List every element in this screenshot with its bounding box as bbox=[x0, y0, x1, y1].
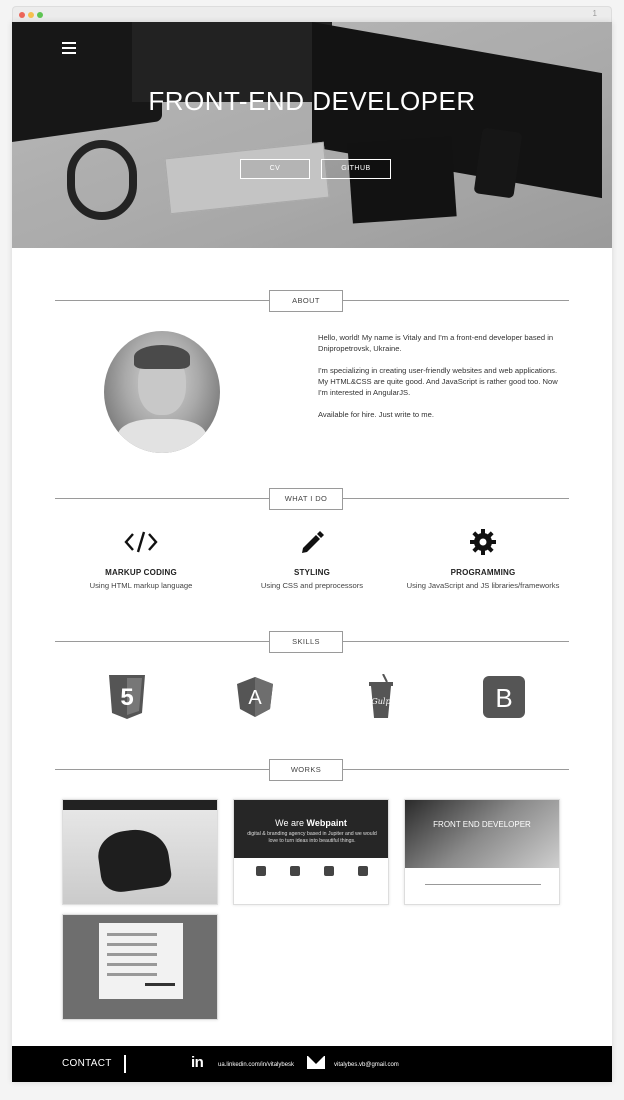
service-description: Using JavaScript and JS libraries/framew… bbox=[406, 581, 560, 590]
about-paragraph-2: I'm specializing in creating user-friend… bbox=[318, 366, 558, 397]
browser-frame: 1 FRONT-END DEVELOPER CV GITHUB ABOUT He… bbox=[0, 0, 624, 1100]
skills-section-header: SKILLS bbox=[55, 631, 569, 653]
skills-heading: SKILLS bbox=[269, 631, 343, 653]
about-paragraph-1: Hello, world! My name is Vitaly and I'm … bbox=[318, 333, 554, 353]
work-thumbnail-webpaint[interactable]: We are Webpaint digital & branding agenc… bbox=[233, 799, 389, 905]
work-subtitle: digital & branding agency based in Jupit… bbox=[247, 831, 377, 844]
work-thumbnail-portfolio[interactable]: FRONT END DEVELOPER bbox=[404, 799, 560, 905]
gear-icon bbox=[398, 527, 568, 557]
gulp-icon: Gulp bbox=[358, 674, 404, 720]
email-link[interactable]: vitalybes.vb@gmail.com bbox=[334, 1062, 399, 1068]
bootstrap-icon: B bbox=[481, 674, 527, 720]
portfolio-page: FRONT-END DEVELOPER CV GITHUB ABOUT Hell… bbox=[12, 22, 612, 1082]
svg-text:A: A bbox=[248, 687, 262, 709]
works-section-header: WORKS bbox=[55, 759, 569, 781]
service-title: STYLING bbox=[293, 568, 331, 577]
footer: CONTACT in ua.linkedin.com/in/vitalybesk… bbox=[12, 1046, 612, 1082]
linkedin-link[interactable]: ua.linkedin.com/in/vitalybesk bbox=[218, 1062, 294, 1068]
html5-icon: 5 bbox=[104, 674, 150, 720]
service-description: Using CSS and preprocessors bbox=[260, 581, 364, 590]
contact-label: CONTACT bbox=[62, 1058, 112, 1069]
about-paragraph-3: Available for hire. Just write to me. bbox=[318, 410, 434, 419]
work-thumbnail-ninja[interactable] bbox=[62, 799, 218, 905]
about-text: Hello, world! My name is Vitaly and I'm … bbox=[318, 332, 568, 431]
about-heading: ABOUT bbox=[269, 290, 343, 312]
email-icon[interactable] bbox=[307, 1056, 325, 1069]
maximize-window-icon[interactable] bbox=[37, 12, 43, 18]
service-title: MARKUP CODING bbox=[105, 568, 177, 577]
work-title: We are Webpaint bbox=[275, 818, 347, 828]
angular-icon: A bbox=[232, 674, 278, 720]
svg-text:Gulp: Gulp bbox=[371, 697, 390, 706]
works-heading: WORKS bbox=[269, 759, 343, 781]
minimize-window-icon[interactable] bbox=[28, 12, 34, 18]
what-i-do-section-header: WHAT I DO bbox=[55, 488, 569, 510]
work-title: FRONT END DEVELOPER bbox=[433, 820, 531, 829]
svg-text:B: B bbox=[495, 683, 512, 713]
code-icon bbox=[56, 527, 226, 557]
cv-button[interactable]: CV bbox=[240, 159, 310, 179]
svg-text:5: 5 bbox=[120, 684, 133, 711]
service-markup-coding: MARKUP CODING Using HTML markup language bbox=[56, 527, 226, 590]
close-window-icon[interactable] bbox=[19, 12, 25, 18]
service-programming: PROGRAMMING Using JavaScript and JS libr… bbox=[398, 527, 568, 590]
service-title: PROGRAMMING bbox=[450, 568, 516, 577]
hero-section: FRONT-END DEVELOPER CV GITHUB bbox=[12, 22, 612, 248]
avatar bbox=[104, 331, 220, 453]
hero-title: FRONT-END DEVELOPER bbox=[148, 86, 476, 116]
service-description: Using HTML markup language bbox=[89, 581, 193, 590]
linkedin-icon[interactable]: in bbox=[191, 1054, 204, 1071]
work-thumbnail-document[interactable] bbox=[62, 914, 218, 1020]
github-button[interactable]: GITHUB bbox=[321, 159, 391, 179]
tab-number: 1 bbox=[592, 9, 597, 18]
service-styling: STYLING Using CSS and preprocessors bbox=[227, 527, 397, 590]
pencil-icon bbox=[227, 527, 397, 557]
hamburger-menu-icon[interactable] bbox=[62, 42, 76, 54]
about-section-header: ABOUT bbox=[55, 290, 569, 312]
browser-toolbar: 1 bbox=[12, 6, 612, 22]
what-i-do-heading: WHAT I DO bbox=[269, 488, 343, 510]
